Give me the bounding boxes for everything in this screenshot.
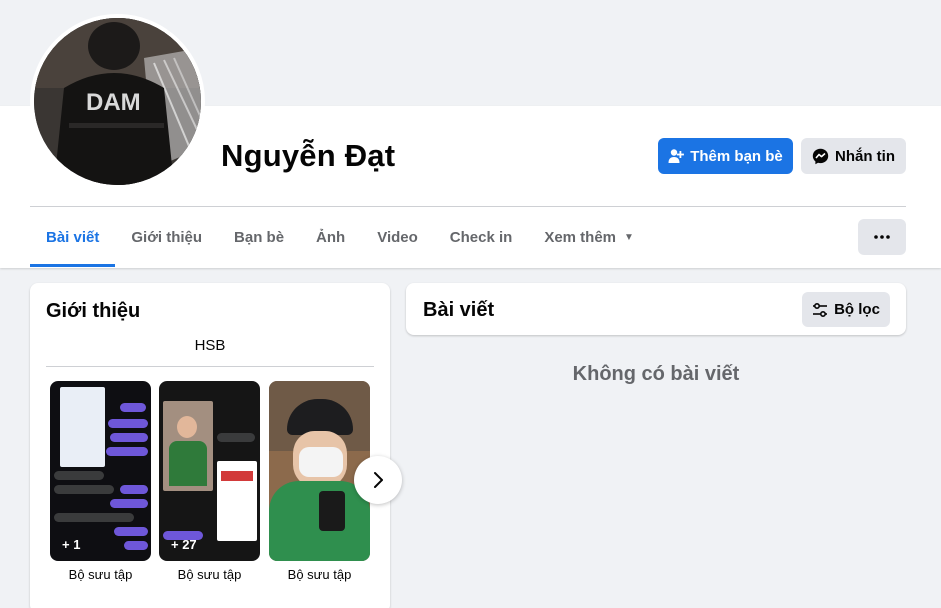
collection-thumbnail[interactable]: + 1 [50, 381, 151, 561]
avatar[interactable]: DAM [34, 18, 201, 185]
collection-count: + 1 [62, 537, 81, 552]
profile-name: Nguyễn Đạt [221, 138, 396, 173]
featured-collections: + 1 Bộ sưu tập + 27 Bộ sưu tập Bộ sưu tậ… [50, 381, 402, 582]
add-friend-button[interactable]: Thêm bạn bè [658, 138, 793, 174]
add-friend-label: Thêm bạn bè [690, 147, 783, 165]
messenger-icon [812, 148, 829, 164]
tab-see-more-label: Xem thêm [544, 228, 617, 246]
tab-checkins[interactable]: Check in [434, 208, 529, 266]
message-button[interactable]: Nhắn tin [801, 138, 906, 174]
tab-posts-label: Bài viết [46, 228, 100, 246]
collection-count: + 27 [171, 537, 197, 552]
avatar-ring[interactable]: DAM [30, 14, 205, 189]
filter-sliders-icon [813, 302, 828, 317]
next-collection-button[interactable] [354, 456, 402, 504]
profile-tabs: Bài viết Giới thiệu Bạn bè Ảnh Video Che… [30, 208, 650, 267]
tab-checkins-label: Check in [449, 228, 513, 246]
header-divider [30, 206, 906, 207]
posts-card: Bài viết Bộ lọc [406, 283, 906, 335]
intro-title: Giới thiệu [46, 300, 141, 322]
collection-thumbnail[interactable]: + 27 [159, 381, 260, 561]
bio-text: HSB [194, 337, 226, 354]
tab-see-more[interactable]: Xem thêm ▼ [528, 208, 650, 266]
filter-button[interactable]: Bộ lọc [802, 292, 890, 327]
tab-photos-label: Ảnh [316, 228, 346, 246]
tab-friends-label: Bạn bè [234, 228, 285, 246]
svg-text:DAM: DAM [86, 89, 141, 116]
tab-videos[interactable]: Video [361, 208, 434, 266]
tab-friends[interactable]: Bạn bè [218, 208, 300, 266]
collection-item[interactable]: + 1 Bộ sưu tập [50, 381, 151, 582]
message-label: Nhắn tin [835, 147, 895, 165]
collection-label: Bộ sưu tập [177, 567, 242, 582]
caret-down-icon: ▼ [624, 231, 634, 243]
empty-posts-text: Không có bài viết [572, 363, 740, 385]
more-horizontal-icon [874, 235, 890, 239]
tab-photos[interactable]: Ảnh [300, 208, 361, 266]
tab-videos-label: Video [377, 228, 418, 246]
filter-label: Bộ lọc [834, 301, 880, 318]
profile-page: DAM Nguyễn Đạt Thêm bạn bè Nhắn tin Bài … [0, 0, 941, 608]
collection-label: Bộ sưu tập [287, 567, 352, 582]
intro-divider [46, 366, 374, 367]
posts-title: Bài viết [423, 299, 495, 321]
person-plus-icon [668, 149, 685, 163]
more-options-button[interactable] [858, 219, 906, 255]
collection-label: Bộ sưu tập [68, 567, 133, 582]
intro-card: Giới thiệu HSB + 1 Bộ sưu tập + 27 Bộ sư… [30, 283, 402, 608]
tab-posts[interactable]: Bài viết [30, 208, 116, 267]
collection-item[interactable]: + 27 Bộ sưu tập [159, 381, 260, 582]
tab-about[interactable]: Giới thiệu [115, 208, 218, 266]
tab-about-label: Giới thiệu [131, 228, 203, 246]
avatar-photo: DAM [34, 18, 201, 185]
chevron-right-icon [374, 472, 383, 488]
